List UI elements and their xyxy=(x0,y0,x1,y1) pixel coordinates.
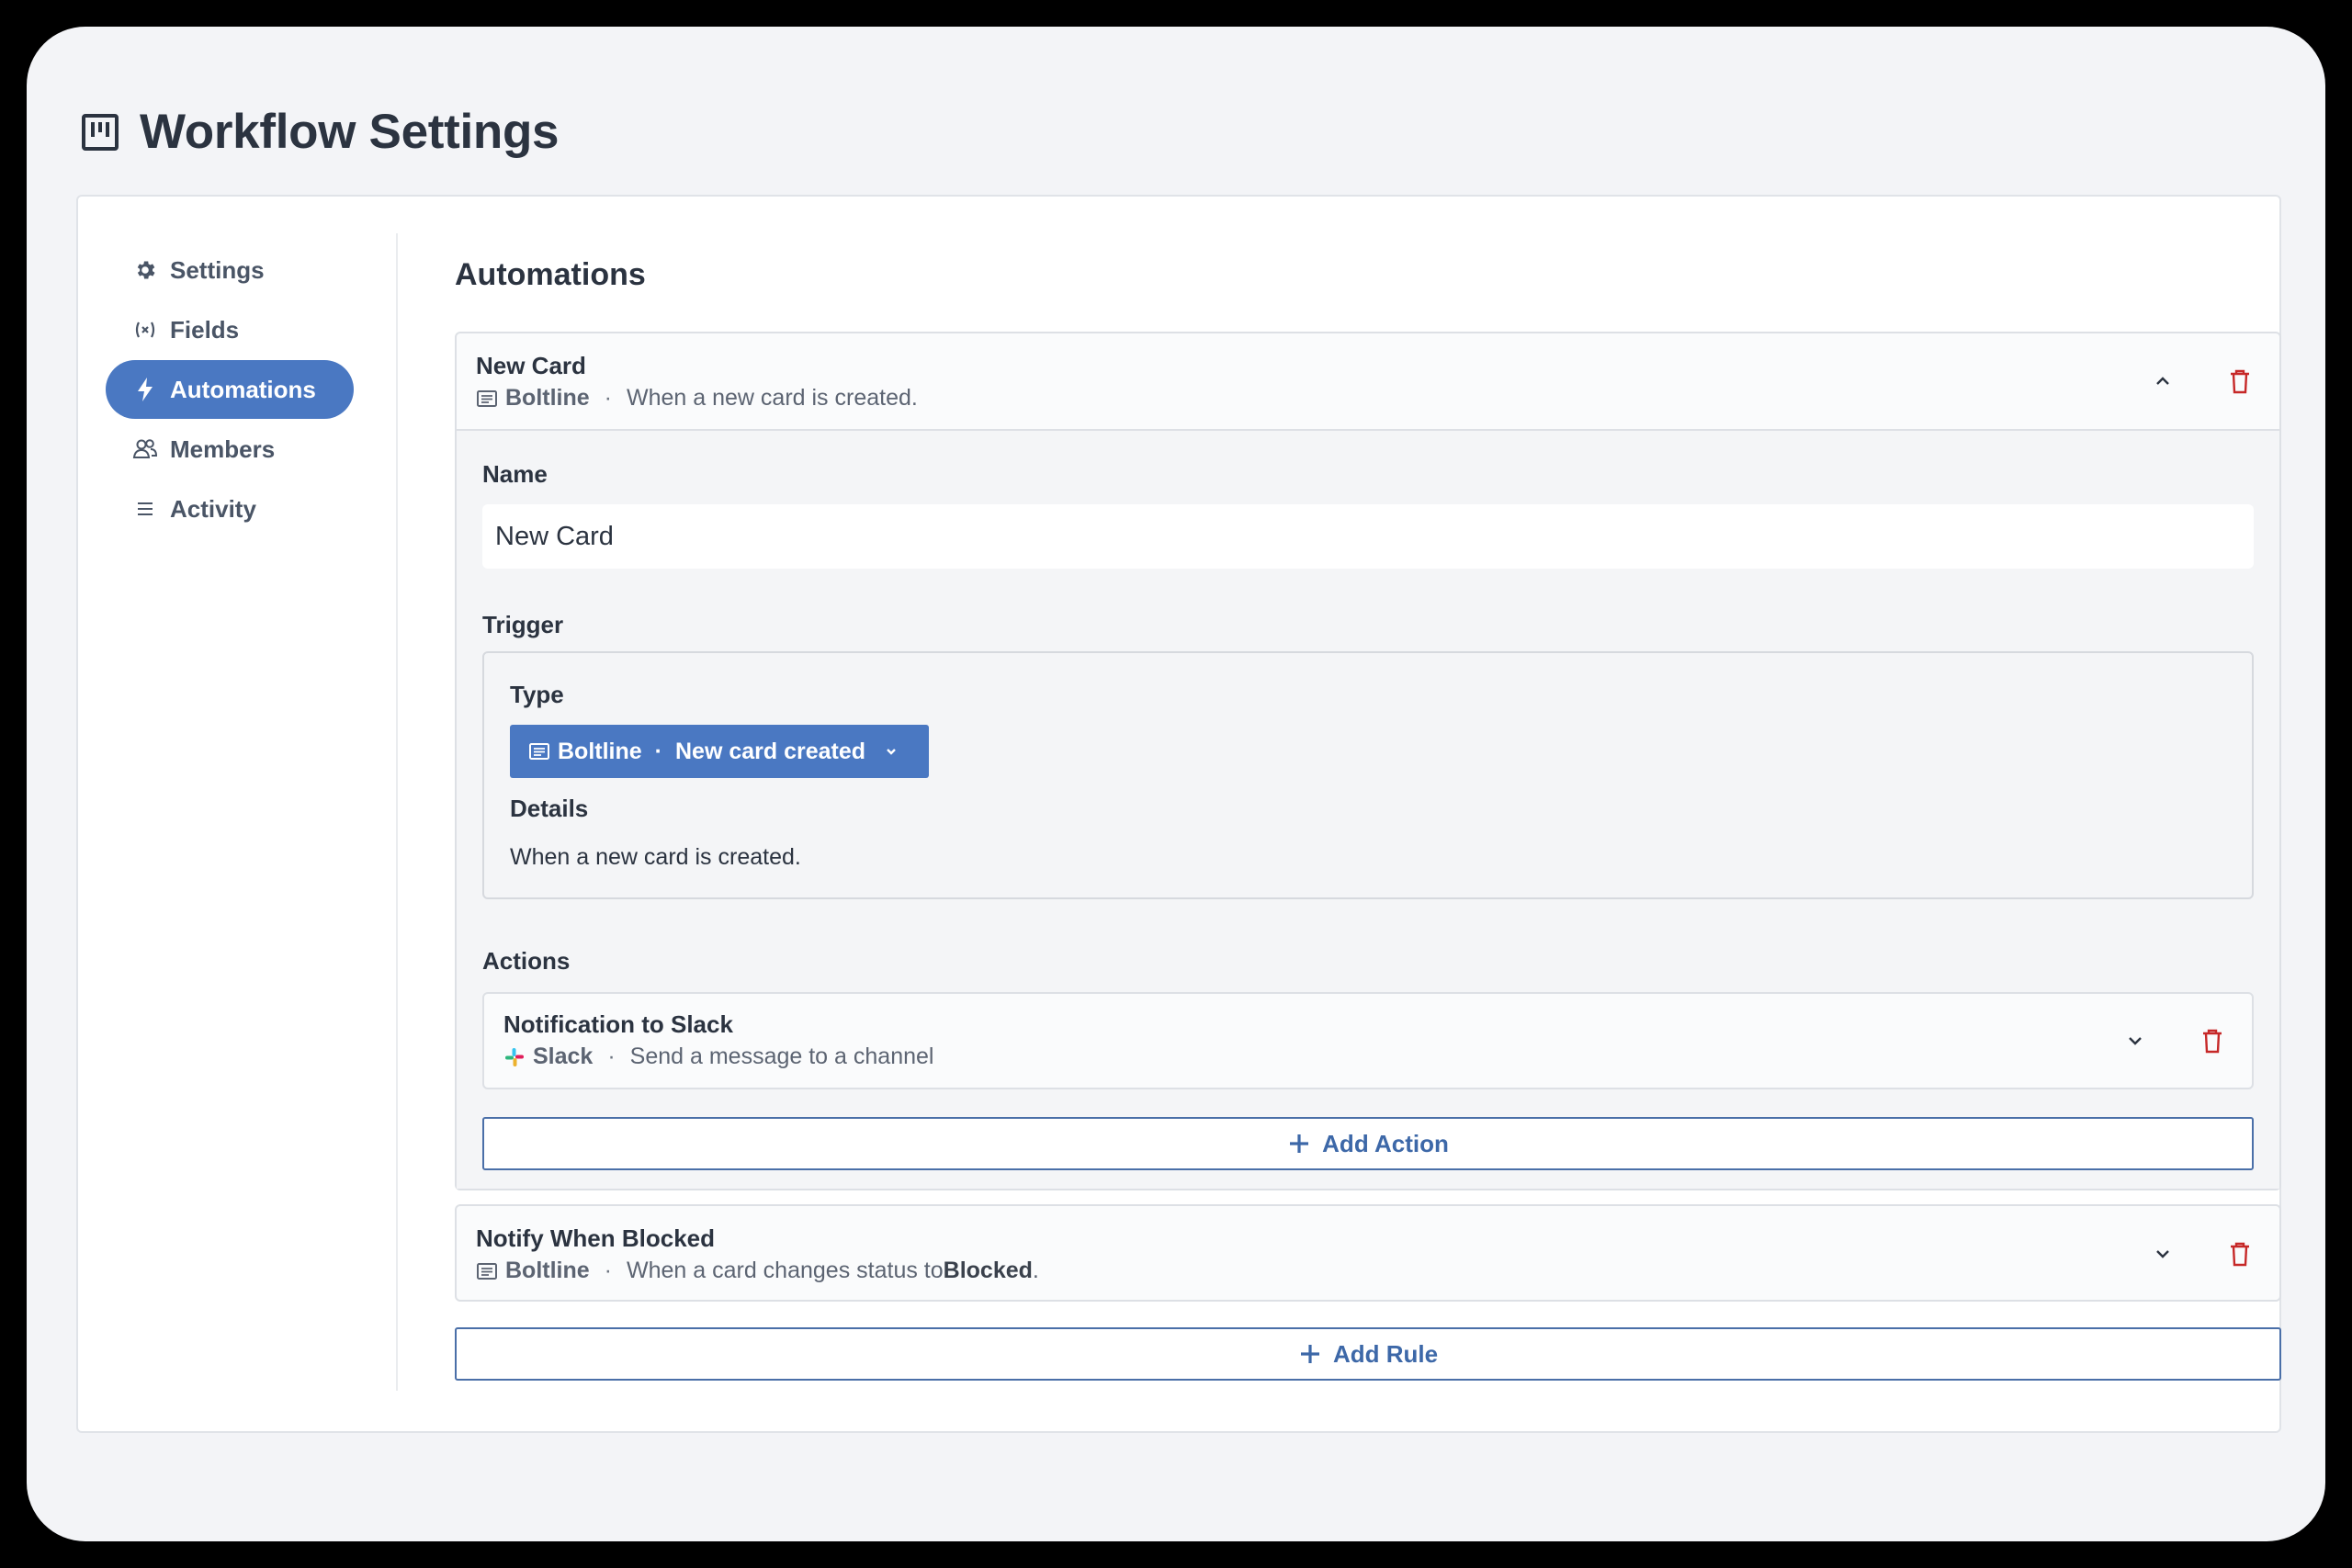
delete-action-button[interactable] xyxy=(2194,1022,2231,1059)
trigger-box: Type Boltline · New card created Details… xyxy=(482,651,2254,899)
type-label: Type xyxy=(510,681,564,708)
section-title: Automations xyxy=(455,257,646,292)
board-icon xyxy=(82,113,119,151)
users-icon xyxy=(131,435,159,463)
document-icon xyxy=(477,1262,497,1280)
sidebar-item-automations[interactable]: Automations xyxy=(106,360,354,419)
device-frame: Workflow Settings Settings Fields Automa… xyxy=(0,0,2352,1568)
action-summary: Slack · Send a message to a channel xyxy=(503,1043,933,1070)
gear-icon xyxy=(131,256,159,284)
expand-action-button[interactable] xyxy=(2117,1022,2154,1059)
actions-label: Actions xyxy=(482,947,571,975)
chevron-down-icon xyxy=(887,749,896,755)
add-rule-button[interactable]: Add Rule xyxy=(455,1327,2281,1381)
sidebar-item-activity[interactable]: Activity xyxy=(106,479,354,538)
trigger-label: Trigger xyxy=(482,611,564,638)
document-icon xyxy=(529,743,549,760)
separator: · xyxy=(604,385,612,411)
page-title: Workflow Settings xyxy=(140,105,560,159)
action-row: Notification to Slack Slack · Send a mes… xyxy=(482,992,2254,1089)
action-source: Slack xyxy=(533,1043,594,1069)
plus-icon xyxy=(1290,1134,1309,1153)
page-header: Workflow Settings xyxy=(81,104,560,160)
rule-name-input[interactable] xyxy=(482,504,2254,569)
sidebar-item-label: Members xyxy=(170,434,276,463)
chevron-down-icon xyxy=(2129,1037,2142,1045)
sidebar-item-label: Fields xyxy=(170,315,240,344)
chevron-up-icon xyxy=(2156,377,2169,385)
action-description: Send a message to a channel xyxy=(629,1043,934,1069)
trigger-event: New card created xyxy=(675,738,866,764)
variable-icon xyxy=(131,316,159,344)
trash-icon xyxy=(2231,1242,2249,1267)
rule-description: When a card changes status to xyxy=(627,1258,944,1283)
sidebar-item-members[interactable]: Members xyxy=(106,420,354,479)
rule-editor: Name Trigger Type Boltline xyxy=(457,429,2279,1189)
trigger-type-select[interactable]: Boltline · New card created xyxy=(510,725,929,778)
sidebar-item-label: Automations xyxy=(170,375,316,403)
settings-card: Settings Fields Automations Members Acti… xyxy=(76,195,2281,1433)
separator: · xyxy=(607,1043,616,1069)
add-action-button[interactable]: Add Action xyxy=(482,1117,2254,1170)
rule-source: Boltline xyxy=(505,1258,590,1283)
rule-description: When a new card is created. xyxy=(627,385,918,411)
slack-icon xyxy=(505,1047,524,1066)
details-label: Details xyxy=(510,795,589,822)
plus-icon xyxy=(1300,1345,1319,1363)
delete-rule-button[interactable] xyxy=(2222,363,2258,400)
rule-title: Notify When Blocked xyxy=(476,1224,716,1252)
trigger-details: When a new card is created. xyxy=(510,844,801,870)
rule-title: New Card xyxy=(476,352,586,379)
add-rule-label: Add Rule xyxy=(1332,1339,1439,1368)
rule-summary: Boltline · When a new card is created. xyxy=(476,385,918,412)
rule-new-card: New Card Boltline · When a new card is c… xyxy=(455,332,2281,1190)
separator: · xyxy=(654,738,662,764)
rule-summary: Boltline · When a card changes status to… xyxy=(476,1258,1039,1284)
name-label: Name xyxy=(482,460,548,488)
delete-rule-button[interactable] xyxy=(2222,1235,2258,1272)
sidebar-item-label: Activity xyxy=(170,494,256,523)
rule-header[interactable]: New Card Boltline · When a new card is c… xyxy=(457,333,2279,429)
rule-notify-when-blocked[interactable]: Notify When Blocked Boltline · When a ca… xyxy=(455,1204,2281,1302)
collapse-button[interactable] xyxy=(2144,363,2181,400)
screen: Workflow Settings Settings Fields Automa… xyxy=(27,27,2325,1541)
sidebar-item-label: Settings xyxy=(170,255,265,284)
rule-description-suffix: . xyxy=(1032,1258,1039,1283)
trigger-source: Boltline xyxy=(558,738,642,764)
sidebar: Settings Fields Automations Members Acti… xyxy=(106,233,398,1391)
chevron-down-icon xyxy=(2156,1250,2169,1258)
sidebar-item-fields[interactable]: Fields xyxy=(106,300,354,359)
trash-icon xyxy=(2203,1029,2222,1054)
add-action-label: Add Action xyxy=(1322,1129,1449,1157)
trash-icon xyxy=(2231,369,2249,394)
action-title: Notification to Slack xyxy=(503,1010,733,1038)
document-icon xyxy=(477,389,497,407)
rule-source: Boltline xyxy=(505,385,590,411)
bolt-icon xyxy=(131,376,159,403)
separator: · xyxy=(604,1258,612,1283)
list-icon xyxy=(131,495,159,523)
sidebar-item-settings[interactable]: Settings xyxy=(106,241,354,299)
expand-rule-button[interactable] xyxy=(2144,1235,2181,1272)
status-name: Blocked xyxy=(943,1258,1033,1283)
